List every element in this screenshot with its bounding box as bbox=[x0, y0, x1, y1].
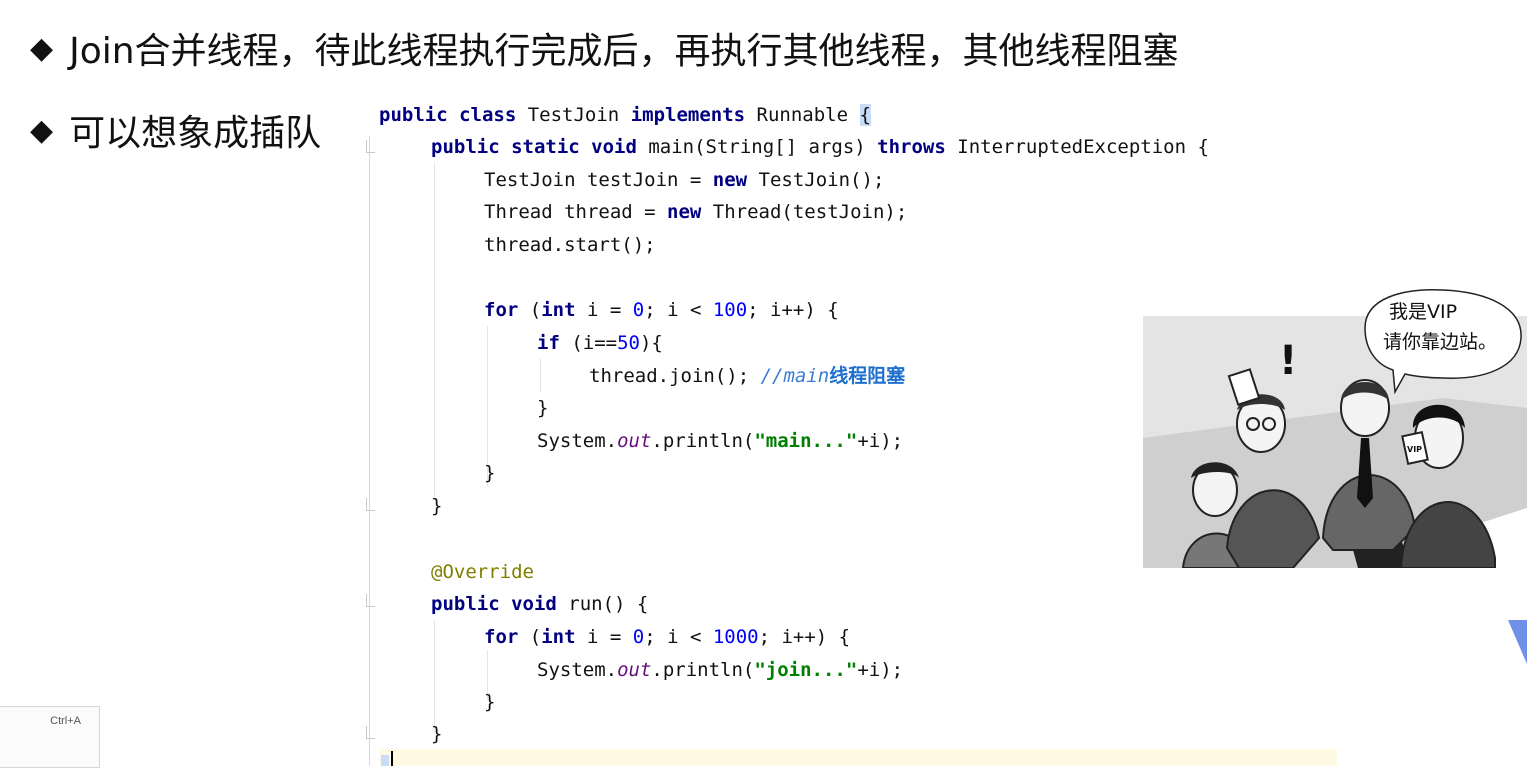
code-line-11: } bbox=[484, 462, 496, 484]
code-line-10: System.out.println("main..."+i); bbox=[537, 430, 904, 452]
queue-jumping-cartoon: 我是VIP 请你靠边站。 ! VIP bbox=[1143, 289, 1527, 568]
code-line-6: for (int i = 0; i < 100; i++) { bbox=[484, 299, 839, 321]
code-line-12: } bbox=[431, 495, 443, 517]
vip-card-text: VIP bbox=[1407, 445, 1422, 454]
bullet-text: Join合并线程，待此线程执行完成后，再执行其他线程，其他线程阻塞 bbox=[69, 31, 1179, 72]
bubble-text-2: 请你靠边站。 bbox=[1383, 331, 1497, 353]
fold-marker-icon[interactable] bbox=[366, 594, 375, 607]
code-line-16: System.out.println("join..."+i); bbox=[537, 659, 904, 681]
code-line-17: } bbox=[484, 691, 496, 713]
code-line-18: } bbox=[431, 723, 443, 745]
text-caret bbox=[391, 751, 393, 766]
matched-brace: { bbox=[859, 104, 871, 126]
diamond-bullet-icon: ◆ bbox=[30, 30, 54, 66]
current-line-highlight[interactable] bbox=[379, 749, 1337, 766]
fold-marker-icon[interactable] bbox=[366, 498, 375, 511]
indent-guide bbox=[434, 620, 435, 732]
fold-marker-icon[interactable] bbox=[366, 140, 375, 153]
code-line-15: for (int i = 0; i < 1000; i++) { bbox=[484, 626, 851, 648]
bullet-join-description: ◆ Join合并线程，待此线程执行完成后，再执行其他线程，其他线程阻塞 bbox=[30, 22, 1179, 74]
indent-guide bbox=[434, 162, 435, 500]
shortcut-hint-panel: Ctrl+A bbox=[0, 706, 100, 768]
indent-guide bbox=[540, 358, 541, 392]
editor-gutter bbox=[369, 136, 370, 766]
brace-highlight bbox=[381, 755, 389, 766]
exclamation-mark: ! bbox=[1279, 338, 1297, 384]
code-line-3: TestJoin testJoin = new TestJoin(); bbox=[484, 169, 885, 191]
code-comment: //main bbox=[760, 365, 830, 387]
shortcut-label: Ctrl+A bbox=[50, 715, 81, 727]
bullet-queue-analogy: ◆ 可以想象成插队 bbox=[30, 104, 321, 156]
bubble-text-1: 我是VIP bbox=[1389, 301, 1457, 323]
code-line-9: } bbox=[537, 397, 549, 419]
code-line-2: public static void main(String[] args) t… bbox=[431, 136, 1209, 158]
decorative-corner-shape bbox=[1508, 620, 1527, 664]
bullet-text: 可以想象成插队 bbox=[69, 113, 322, 154]
code-comment-chinese: 线程阻塞 bbox=[829, 365, 906, 387]
code-line-13: @Override bbox=[431, 561, 534, 583]
code-line-1: public class TestJoin implements Runnabl… bbox=[379, 104, 871, 126]
code-line-8: thread.join(); //main线程阻塞 bbox=[589, 365, 906, 387]
code-line-4: Thread thread = new Thread(testJoin); bbox=[484, 201, 908, 223]
code-line-5: thread.start(); bbox=[484, 234, 656, 256]
code-line-7: if (i==50){ bbox=[537, 332, 663, 354]
diamond-bullet-icon: ◆ bbox=[30, 112, 54, 148]
fold-marker-icon[interactable] bbox=[366, 726, 375, 739]
code-line-14: public void run() { bbox=[431, 593, 649, 615]
